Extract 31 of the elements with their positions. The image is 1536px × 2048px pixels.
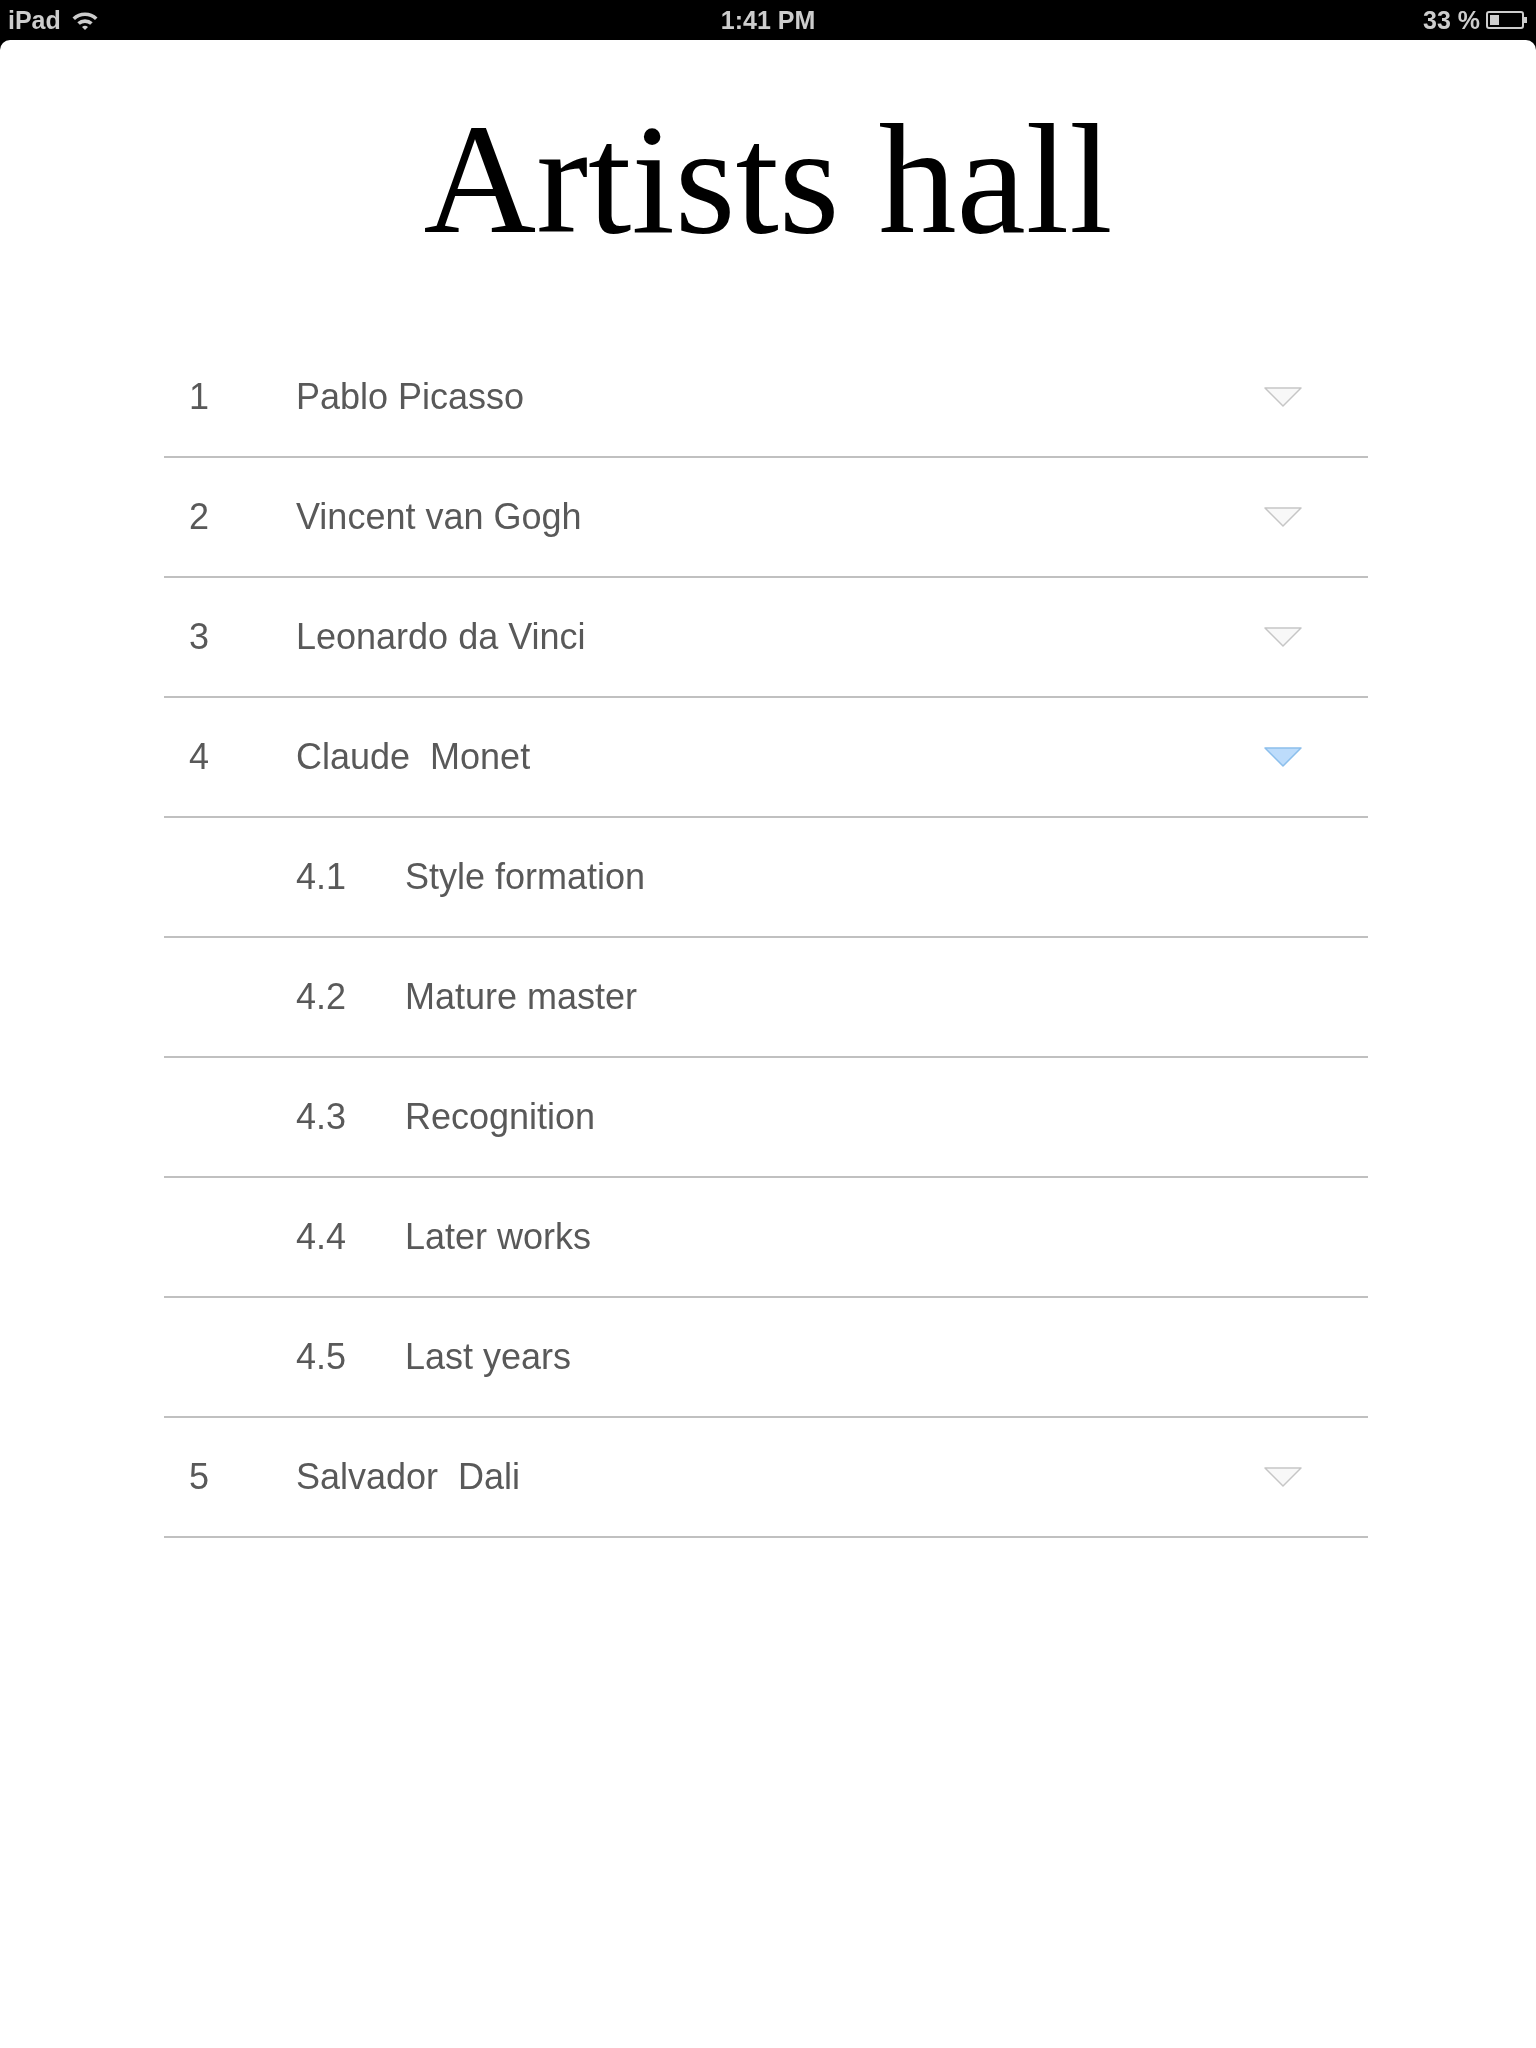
clock-time: 1:41 PM: [720, 5, 816, 35]
disclosure-triangle-icon[interactable]: [1264, 1467, 1302, 1487]
artist-name[interactable]: Vincent van Gogh: [296, 496, 1264, 538]
wifi-icon: [70, 9, 99, 31]
section-title[interactable]: Last years: [405, 1336, 1302, 1378]
artist-number: 1: [189, 376, 211, 418]
battery-icon: [1486, 10, 1528, 30]
artist-name[interactable]: Pablo Picasso: [296, 376, 1264, 418]
disclosure-triangle-icon[interactable]: [1264, 507, 1302, 527]
disclosure-triangle-icon[interactable]: [1264, 627, 1302, 647]
section-title[interactable]: Later works: [405, 1216, 1302, 1258]
section-number: 4.2: [296, 976, 348, 1018]
section-number: 4.5: [296, 1336, 348, 1378]
page-title: Artists hall: [423, 100, 1113, 260]
artist-number: 4: [189, 736, 211, 778]
artist-number: 3: [189, 616, 211, 658]
section-title[interactable]: Recognition: [405, 1096, 1302, 1138]
disclosure-triangle-icon[interactable]: [1264, 387, 1302, 407]
section-title[interactable]: Mature master: [405, 976, 1302, 1018]
section-title[interactable]: Style formation: [405, 856, 1302, 898]
battery-percentage: 33 %: [1423, 5, 1480, 35]
disclosure-triangle-icon[interactable]: [1264, 747, 1302, 767]
device-name: iPad: [8, 5, 61, 35]
section-number: 4.3: [296, 1096, 348, 1138]
artist-name[interactable]: Salvador Dali: [296, 1456, 1264, 1498]
artist-number: 2: [189, 496, 211, 538]
artist-name[interactable]: Claude Monet: [296, 736, 1264, 778]
section-number: 4.4: [296, 1216, 348, 1258]
artist-number: 5: [189, 1456, 211, 1498]
section-number: 4.1: [296, 856, 348, 898]
artist-name[interactable]: Leonardo da Vinci: [296, 616, 1264, 658]
